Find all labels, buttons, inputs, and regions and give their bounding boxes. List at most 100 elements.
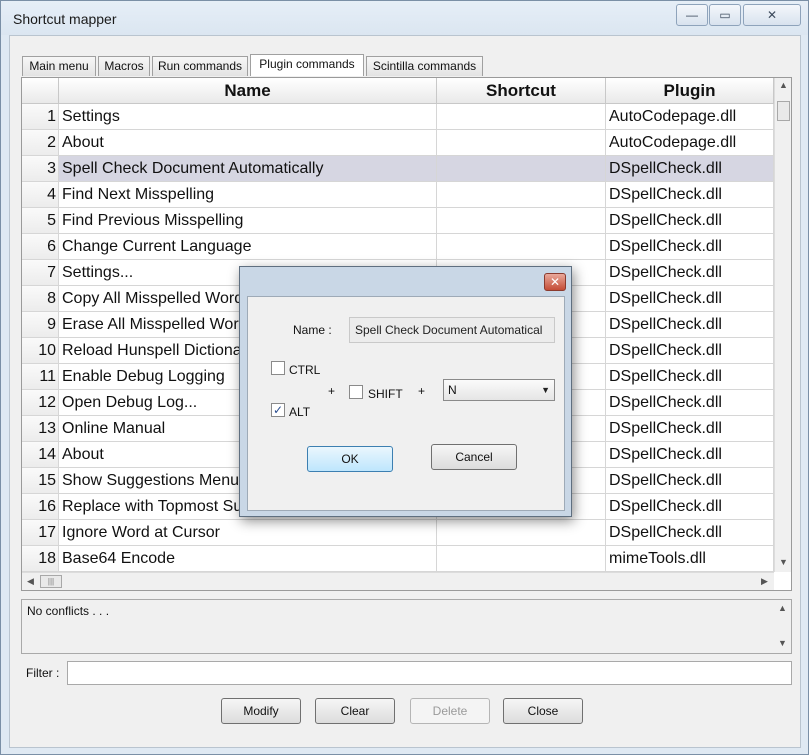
scroll-left-icon[interactable]: ◀ bbox=[22, 576, 39, 587]
table-row[interactable]: 17 Ignore Word at Cursor DSpellCheck.dll bbox=[22, 520, 774, 546]
table-row[interactable]: 2 About AutoCodepage.dll bbox=[22, 130, 774, 156]
tab-macros[interactable]: Macros bbox=[98, 56, 150, 76]
plugin-cell: DSpellCheck.dll bbox=[606, 208, 774, 234]
shortcut-cell bbox=[437, 182, 606, 208]
row-number: 17 bbox=[22, 520, 59, 546]
conflicts-text: No conflicts . . . bbox=[27, 604, 110, 618]
alt-checkbox[interactable]: ✓ bbox=[271, 403, 285, 417]
minimize-button[interactable]: — bbox=[676, 4, 708, 26]
horizontal-scroll-thumb[interactable]: ||| bbox=[40, 575, 62, 588]
clear-button[interactable]: Clear bbox=[315, 698, 395, 724]
plugin-cell: AutoCodepage.dll bbox=[606, 130, 774, 156]
command-name-cell: Base64 Encode bbox=[59, 546, 437, 572]
row-number: 4 bbox=[22, 182, 59, 208]
row-number: 12 bbox=[22, 390, 59, 416]
row-number: 6 bbox=[22, 234, 59, 260]
plugin-cell: AutoCodepage.dll bbox=[606, 104, 774, 130]
plugin-cell: DSpellCheck.dll bbox=[606, 286, 774, 312]
tab-scintilla-commands[interactable]: Scintilla commands bbox=[366, 56, 483, 76]
row-number: 8 bbox=[22, 286, 59, 312]
tab-run-commands[interactable]: Run commands bbox=[152, 56, 248, 76]
plugin-cell: DSpellCheck.dll bbox=[606, 182, 774, 208]
plugin-cell: DSpellCheck.dll bbox=[606, 520, 774, 546]
alt-label: ALT bbox=[289, 405, 311, 419]
command-name-cell: About bbox=[59, 130, 437, 156]
shortcut-cell bbox=[437, 156, 606, 182]
row-number: 11 bbox=[22, 364, 59, 390]
shortcut-cell bbox=[437, 234, 606, 260]
shift-label: SHIFT bbox=[368, 387, 403, 401]
command-name-cell: Find Next Misspelling bbox=[59, 182, 437, 208]
shortcut-cell bbox=[437, 130, 606, 156]
table-row[interactable]: 5 Find Previous Misspelling DSpellCheck.dl… bbox=[22, 208, 774, 234]
plugin-cell: DSpellCheck.dll bbox=[606, 312, 774, 338]
plugin-cell: DSpellCheck.dll bbox=[606, 234, 774, 260]
filter-label: Filter : bbox=[26, 666, 60, 680]
vertical-scroll-thumb[interactable] bbox=[777, 101, 790, 121]
shift-checkbox[interactable] bbox=[349, 385, 363, 399]
conflicts-scrollbar[interactable]: ▲ ▼ bbox=[774, 600, 791, 653]
plugin-cell: DSpellCheck.dll bbox=[606, 260, 774, 286]
table-row[interactable]: 18 Base64 Encode mimeTools.dll bbox=[22, 546, 774, 572]
ctrl-checkbox[interactable] bbox=[271, 361, 285, 375]
command-name-cell: Find Previous Misspelling bbox=[59, 208, 437, 234]
plugin-cell: DSpellCheck.dll bbox=[606, 442, 774, 468]
maximize-button[interactable]: ▭ bbox=[709, 4, 741, 26]
close-button[interactable]: Close bbox=[503, 698, 583, 724]
shortcut-cell bbox=[437, 208, 606, 234]
conflicts-scroll-up-icon[interactable]: ▲ bbox=[774, 603, 791, 613]
row-number: 5 bbox=[22, 208, 59, 234]
plugin-cell: DSpellCheck.dll bbox=[606, 390, 774, 416]
plugin-cell: DSpellCheck.dll bbox=[606, 338, 774, 364]
chevron-down-icon: ▼ bbox=[541, 385, 550, 395]
conflicts-panel: No conflicts . . . ▲ ▼ bbox=[21, 599, 792, 654]
row-number: 13 bbox=[22, 416, 59, 442]
conflicts-scroll-down-icon[interactable]: ▼ bbox=[774, 638, 791, 648]
row-number: 7 bbox=[22, 260, 59, 286]
header-row-number bbox=[22, 78, 59, 104]
row-number: 10 bbox=[22, 338, 59, 364]
table-row[interactable]: 3 Spell Check Document Automatically DSpel… bbox=[22, 156, 774, 182]
scroll-up-icon[interactable]: ▲ bbox=[775, 80, 791, 90]
plugin-cell: DSpellCheck.dll bbox=[606, 156, 774, 182]
row-number: 3 bbox=[22, 156, 59, 182]
row-number: 9 bbox=[22, 312, 59, 338]
dialog-body: Name : Spell Check Document Automatical … bbox=[247, 296, 565, 511]
vertical-scrollbar[interactable]: ▲ ▼ bbox=[774, 78, 791, 572]
horizontal-scrollbar[interactable]: ◀ ||| ▶ bbox=[22, 572, 774, 590]
plus-sign-2: + bbox=[418, 384, 426, 398]
tab-main-menu[interactable]: Main menu bbox=[22, 56, 96, 76]
modify-button[interactable]: Modify bbox=[221, 698, 301, 724]
header-shortcut[interactable]: Shortcut bbox=[437, 78, 606, 104]
shortcut-cell bbox=[437, 520, 606, 546]
key-select[interactable]: N ▼ bbox=[443, 379, 555, 401]
key-select-value: N bbox=[448, 383, 457, 397]
table-row[interactable]: 1 Settings AutoCodepage.dll bbox=[22, 104, 774, 130]
close-window-button[interactable]: ✕ bbox=[743, 4, 801, 26]
row-number: 14 bbox=[22, 442, 59, 468]
shortcut-cell bbox=[437, 546, 606, 572]
command-name-cell: Ignore Word at Cursor bbox=[59, 520, 437, 546]
scroll-right-icon[interactable]: ▶ bbox=[756, 576, 773, 587]
ctrl-label: CTRL bbox=[289, 363, 321, 377]
command-name-cell: Spell Check Document Automatically bbox=[59, 156, 437, 182]
plugin-cell: DSpellCheck.dll bbox=[606, 416, 774, 442]
name-label: Name : bbox=[293, 323, 332, 337]
cancel-button[interactable]: Cancel bbox=[431, 444, 517, 470]
title-bar: Shortcut mapper — ▭ ✕ bbox=[1, 1, 808, 35]
command-name-cell: Settings bbox=[59, 104, 437, 130]
ok-button[interactable]: OK bbox=[307, 446, 393, 472]
delete-button: Delete bbox=[410, 698, 490, 724]
scroll-down-icon[interactable]: ▼ bbox=[775, 557, 791, 567]
shortcut-cell bbox=[437, 104, 606, 130]
header-plugin[interactable]: Plugin bbox=[606, 78, 774, 104]
filter-input[interactable] bbox=[67, 661, 792, 685]
table-row[interactable]: 6 Change Current Language DSpellCheck.dll bbox=[22, 234, 774, 260]
plugin-cell: DSpellCheck.dll bbox=[606, 494, 774, 520]
table-row[interactable]: 4 Find Next Misspelling DSpellCheck.dll bbox=[22, 182, 774, 208]
command-name-cell: Change Current Language bbox=[59, 234, 437, 260]
header-name[interactable]: Name bbox=[59, 78, 437, 104]
row-number: 16 bbox=[22, 494, 59, 520]
tab-plugin-commands[interactable]: Plugin commands bbox=[250, 54, 364, 76]
dialog-close-icon[interactable]: ✕ bbox=[544, 273, 566, 291]
